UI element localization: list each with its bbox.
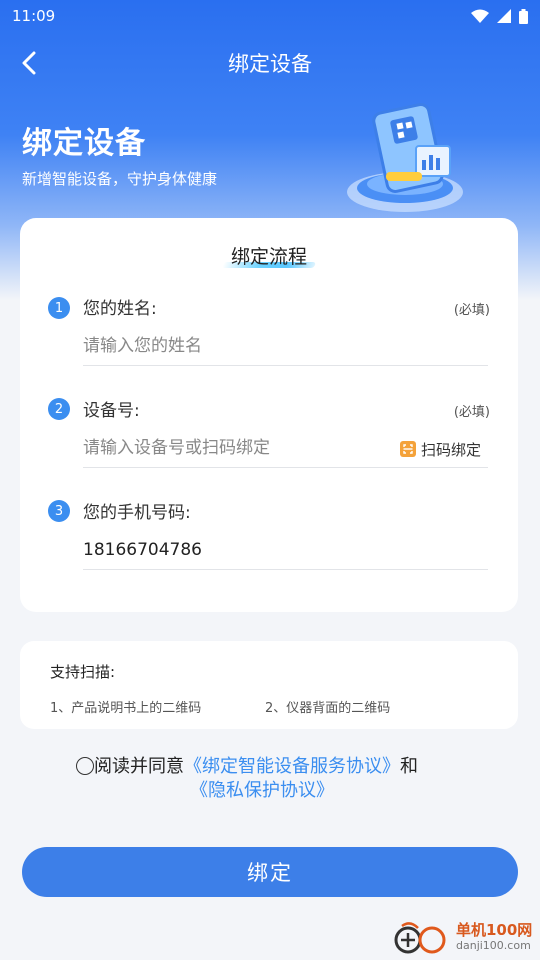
bind-process-card: 绑定流程 1 您的姓名: (必填) 2 设备号: (必填) 扫码绑定 3 您的手… xyxy=(20,218,518,612)
agree-radio[interactable] xyxy=(76,757,94,775)
name-input[interactable] xyxy=(83,326,488,366)
bind-submit-button[interactable]: 绑定 xyxy=(22,847,518,897)
nav-title: 绑定设备 xyxy=(228,52,312,76)
watermark-site-name: 单机100网 xyxy=(456,921,533,939)
step-label: 设备号: xyxy=(83,401,140,421)
device-input-underline xyxy=(83,467,488,468)
status-bar: 11:09 xyxy=(0,0,540,32)
step-phone: 3 您的手机号码: xyxy=(20,218,518,570)
step-number-badge: 3 xyxy=(48,500,70,522)
step-label: 您的手机号码: xyxy=(83,503,191,523)
agreement-connector: 和 xyxy=(400,756,418,777)
agreement-row: 阅读并同意《绑定智能设备服务协议》和《隐私保护协议》 xyxy=(40,755,500,803)
support-title: 支持扫描: xyxy=(50,663,116,681)
back-button[interactable] xyxy=(12,46,46,80)
device-number-input[interactable] xyxy=(83,428,383,468)
status-time: 11:09 xyxy=(12,7,56,25)
chevron-left-icon xyxy=(22,51,36,75)
hero-title: 绑定设备 xyxy=(22,126,146,161)
scan-bind-label: 扫码绑定 xyxy=(421,440,482,459)
nav-bar: 绑定设备 xyxy=(0,40,540,86)
support-scan-card: 支持扫描: 1、产品说明书上的二维码 2、仪器背面的二维码 xyxy=(20,641,518,729)
status-icons xyxy=(471,8,528,24)
privacy-agreement-link[interactable]: 《隐私保护协议》 xyxy=(190,780,334,801)
signal-icon xyxy=(497,9,511,23)
step-number-badge: 2 xyxy=(48,398,70,420)
wifi-icon xyxy=(471,9,489,23)
support-item: 2、仪器背面的二维码 xyxy=(265,701,391,716)
agreement-prefix: 阅读并同意 xyxy=(94,756,184,777)
watermark-logo xyxy=(394,922,446,954)
scan-icon xyxy=(400,441,416,457)
scan-bind-button[interactable]: 扫码绑定 xyxy=(400,438,481,460)
required-tag: (必填) xyxy=(453,405,490,420)
watermark: 单机100网 danji100.com xyxy=(392,916,540,960)
battery-icon xyxy=(519,8,528,24)
hero-subtitle: 新增智能设备，守护身体健康 xyxy=(22,170,218,188)
service-agreement-link[interactable]: 《绑定智能设备服务协议》 xyxy=(184,756,400,777)
phone-input[interactable] xyxy=(83,530,488,570)
phone-qr-illustration xyxy=(347,103,463,212)
watermark-url: danji100.com xyxy=(456,939,531,952)
support-item: 1、产品说明书上的二维码 xyxy=(50,701,202,716)
